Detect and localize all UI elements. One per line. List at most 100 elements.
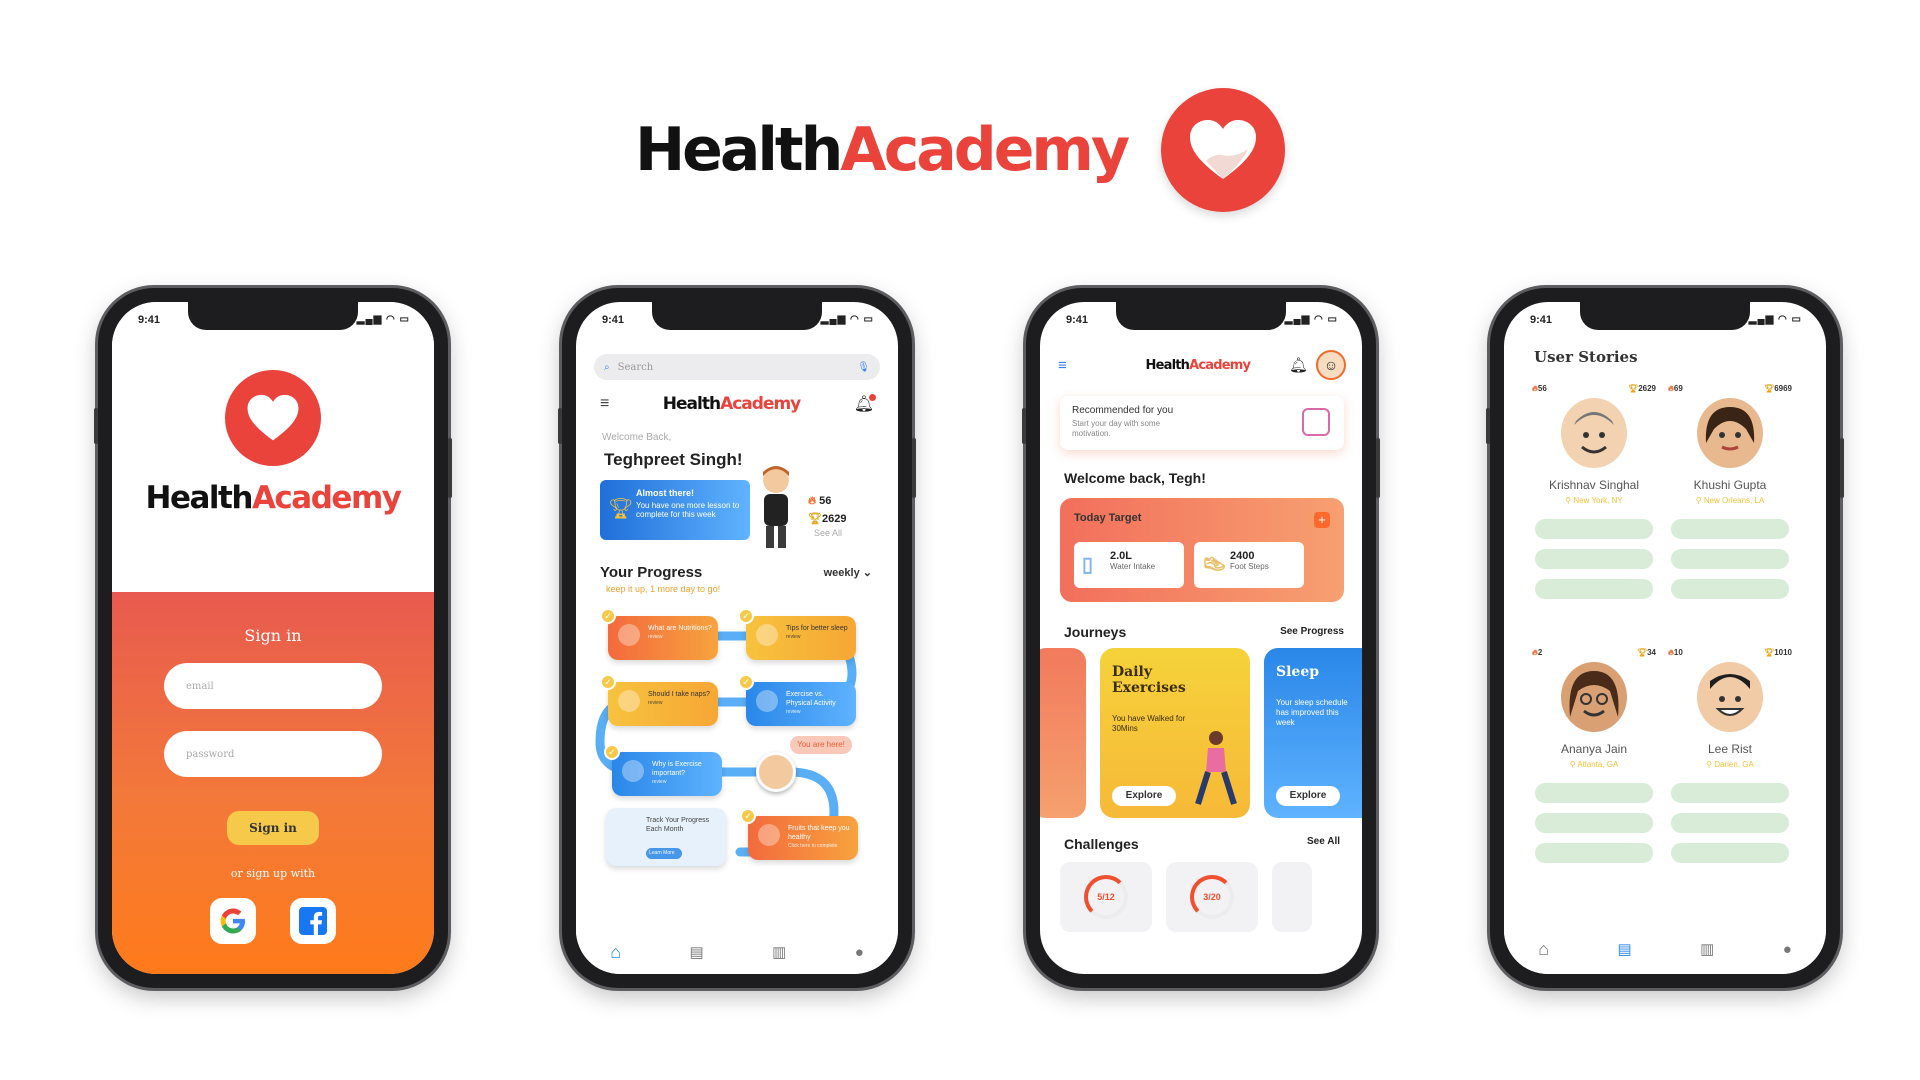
journey-card[interactable]: Sleep Your sleep schedule has improved t… [1264,648,1362,818]
lesson-icon [756,624,778,646]
dashboard-wordmark: HealthAcademy [1146,358,1252,373]
see-all-link[interactable]: See All [814,528,842,538]
check-icon: ✓ [738,674,754,690]
streak-count: 56 [819,495,832,507]
user-story-card[interactable]: 🔥︎69 🏆︎6969 Khushi Gupta ⚲ New Orleans, L… [1668,384,1792,632]
foot-steps-tile[interactable]: 👟︎ 2400 Foot Steps [1194,542,1304,588]
user-story-card[interactable]: 🔥︎10 🏆︎1010 Lee Rist ⚲ Darien, GA [1668,648,1792,896]
add-icon[interactable]: + [1314,512,1330,528]
search-input[interactable]: Search [618,362,654,373]
lesson-status: review [648,634,663,640]
lesson-title: Fruits that keep you healthy [788,825,850,841]
lesson-node[interactable]: ✓ Fruits that keep you healthy Click here … [740,808,858,860]
progress-path-map: ✓ What are Nutritions? review ✓ Tips for be… [590,602,890,902]
journey-card[interactable]: Daily Exercises You have Walked for 30Mi… [1100,648,1250,818]
status-bar: 9:41 ▂▄▆ ◠ ▭ [1530,314,1802,326]
check-icon: ✓ [740,808,756,824]
location-pin-icon: ⚲ [1569,760,1576,769]
lesson-status: Click here to complete [788,843,838,849]
journey-title: Daily Exercises [1112,664,1186,696]
challenge-card[interactable]: 3/20 [1166,862,1258,932]
trophy-icon: 🏆︎ [1636,648,1648,657]
search-icon: ⌕ [604,361,610,373]
search-bar[interactable]: ⌕ Search 🎙︎ [594,354,880,380]
home-wordmark: HealthAcademy [662,394,802,414]
see-all-link[interactable]: See All [1307,836,1340,847]
lesson-node[interactable]: ✓ What are Nutritions? review [600,608,718,660]
home-icon[interactable]: ⌂ [1538,939,1549,960]
user-story-card[interactable]: 🔥︎56 🏆︎2629 Krishnav Singhal ⚲ New York, … [1532,384,1656,632]
story-location-text: New York, NY [1573,496,1623,505]
google-icon[interactable] [210,898,256,944]
stats-icon[interactable]: ▥ [772,943,786,961]
check-icon: ✓ [600,674,616,690]
menu-icon[interactable]: ≡ [1058,357,1067,374]
status-bar: 9:41 ▂▄▆ ◠ ▭ [138,314,410,326]
story-location: ⚲ New Orleans, LA [1668,496,1792,505]
power-button [1376,438,1380,498]
lesson-icon [618,690,640,712]
notification-bell-icon[interactable]: 🔔︎ [854,394,876,414]
notification-bell-icon[interactable]: 🔔︎ [1289,356,1308,374]
challenge-card[interactable]: 5/12 [1060,862,1152,932]
signal-wifi-battery-icon: ▂▄▆ ◠ ▭ [1284,314,1338,325]
lesson-title: What are Nutritions? [648,625,712,632]
profile-icon[interactable]: ● [855,944,864,961]
tab-bar: ⌂ ▤ ▥ ● [576,930,898,974]
dashboard-header: ≡ HealthAcademy 🔔︎ ☺ [1058,350,1346,380]
avatar [1561,662,1627,732]
trophy-icon: 🏆︎ [1764,648,1775,657]
track-progress-card[interactable]: Track Your Progress Each Month Learn More [606,808,726,866]
story-points: 1010 [1774,648,1792,657]
story-placeholder-bar [1671,813,1789,833]
water-intake-tile[interactable]: ▯ 2.0L Water Intake [1074,542,1184,588]
story-streak: 10 [1673,648,1683,657]
lesson-node[interactable]: ✓ Tips for better sleep review [738,608,856,660]
home-icon[interactable]: ⌂ [610,942,621,963]
trophy-icon: 🏆︎ [1764,384,1775,393]
weekly-goal-banner[interactable]: 🏆︎ Almost there! You have one more lesso… [600,480,750,540]
see-progress-link[interactable]: See Progress [1280,626,1344,637]
explore-button[interactable]: Explore [1276,786,1340,806]
user-story-card[interactable]: 🔥︎2 🏆︎34 Ananya Jain ⚲ Atlanta, GA [1532,648,1656,896]
avatar [756,464,796,556]
journeys-title: Journeys [1064,624,1127,640]
challenge-card-partial[interactable] [1272,862,1312,932]
facebook-icon[interactable] [290,898,336,944]
articles-icon[interactable]: ▤ [1618,940,1632,958]
microphone-icon[interactable]: 🎙︎ [857,362,870,373]
menu-icon[interactable]: ≡ [600,395,609,413]
email-field[interactable] [164,663,382,709]
lesson-icon [758,824,780,846]
period-dropdown[interactable]: weekly ⌄ [824,566,872,579]
signin-brand-part2: Academy [251,480,402,516]
story-points: 2629 [1638,384,1656,393]
learn-more-button[interactable]: Learn More [646,848,682,859]
avatar[interactable]: ☺ [1315,350,1346,380]
password-field[interactable] [164,731,382,777]
recommended-title: Recommended for you [1072,405,1174,416]
avatar [1561,398,1627,468]
explore-button[interactable]: Explore [1112,786,1176,806]
articles-icon[interactable]: ▤ [690,943,704,961]
journey-card-partial[interactable] [1040,648,1086,818]
lesson-node[interactable]: ✓ Why is Exercise important? review [604,744,722,796]
stats-icon[interactable]: ▥ [1700,940,1714,958]
water-label: Water Intake [1110,562,1156,571]
recommended-card[interactable]: Recommended for you Start your day with … [1060,396,1344,450]
journey-text: You have Walked for 30Mins [1112,714,1186,733]
location-pin-icon: ⚲ [1565,496,1572,505]
profile-icon[interactable]: ● [1783,941,1792,958]
lesson-icon [756,690,778,712]
banner-title: Almost there! [636,488,695,498]
video-play-icon[interactable] [1302,408,1330,436]
signin-button[interactable]: Sign in [227,811,319,845]
lesson-status: review [786,634,801,640]
progress-title: Your Progress [600,564,703,581]
home-brand-part1: Health [662,394,721,414]
today-target-title: Today Target [1074,512,1142,524]
lesson-node[interactable]: ✓ Should I take naps? review [600,674,718,726]
lesson-node[interactable]: ✓ Exercise vs. Physical Activity review [738,674,856,726]
home-header: ≡ HealthAcademy 🔔︎ [600,394,876,414]
trophy-icon: 🏆︎ [808,513,822,525]
